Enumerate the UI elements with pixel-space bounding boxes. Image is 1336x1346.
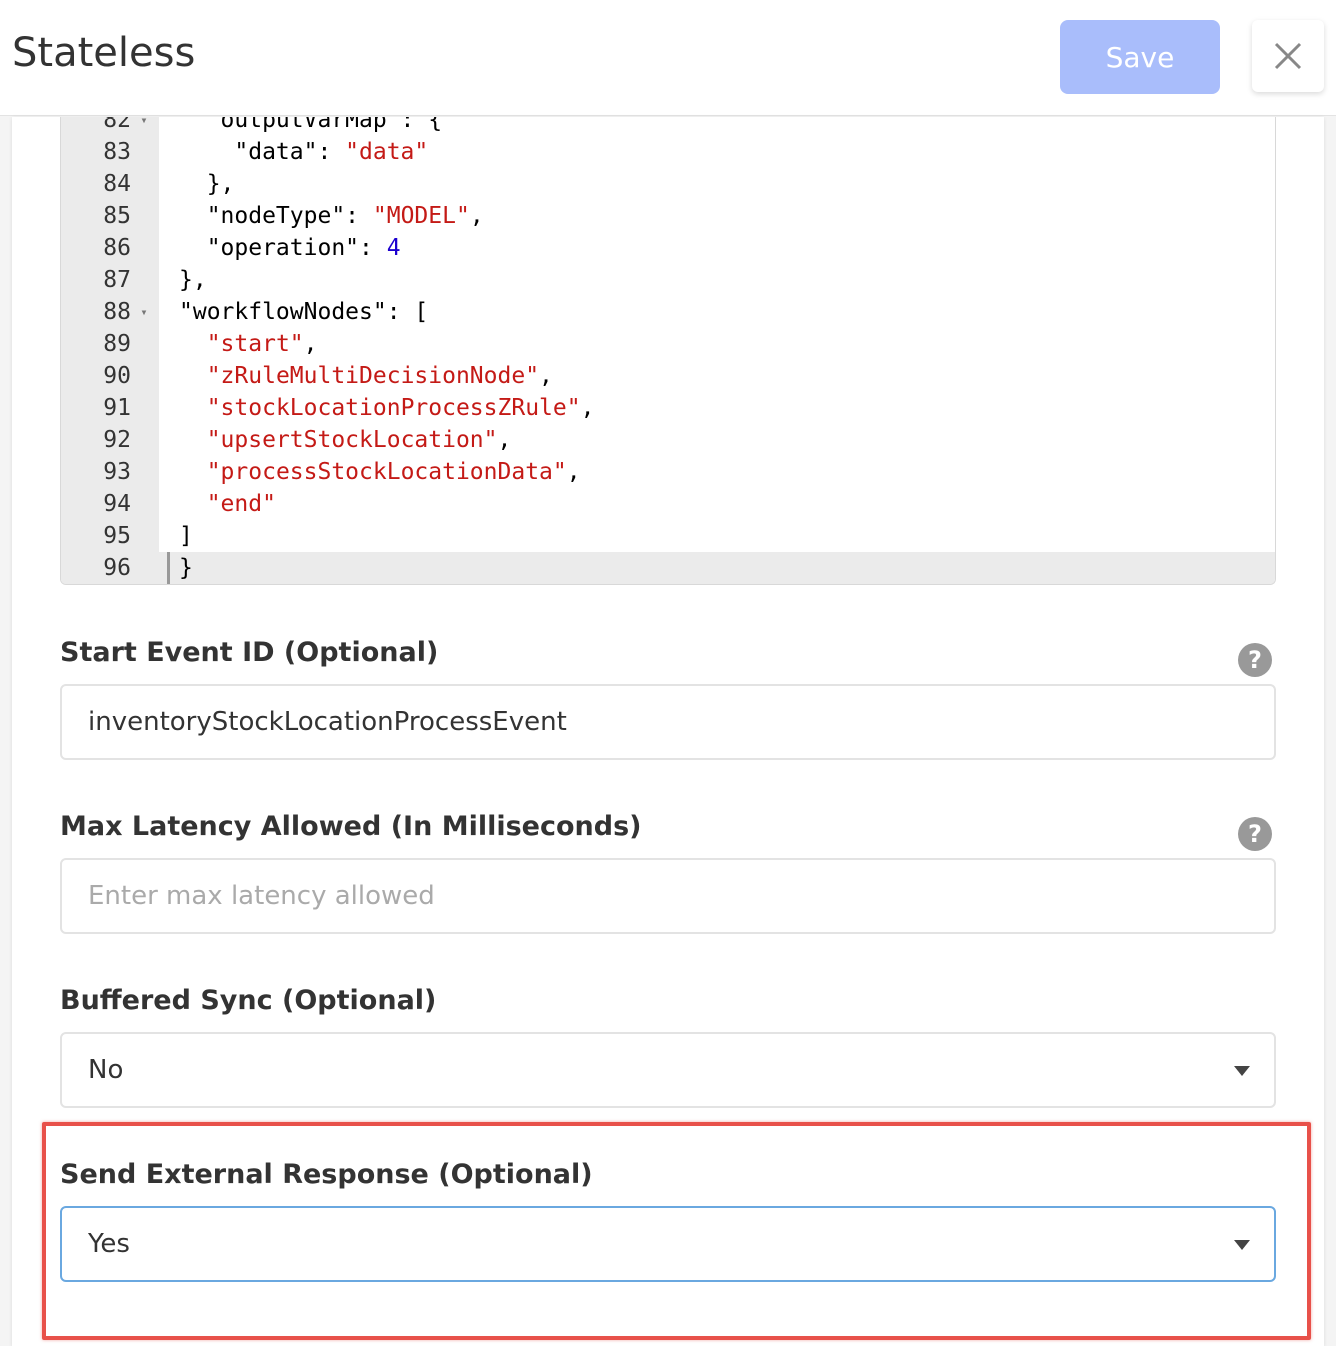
chevron-down-icon <box>1234 1066 1250 1076</box>
modal-header: Stateless Save <box>0 0 1336 116</box>
code-text: "end" <box>206 491 276 517</box>
code-line[interactable]: 87}, <box>61 264 1275 296</box>
code-line[interactable]: 85 "nodeType": "MODEL", <box>61 200 1275 232</box>
max-latency-input[interactable]: Enter max latency allowed <box>60 858 1276 934</box>
code-text: "zRuleMultiDecisionNode", <box>206 363 553 389</box>
line-number: 95 <box>103 523 131 549</box>
code-text: }, <box>179 267 207 293</box>
fold-toggle-icon[interactable]: ▾ <box>137 117 151 136</box>
code-text: "workflowNodes": [ <box>179 299 429 325</box>
code-text: "start", <box>206 331 318 357</box>
line-number: 83 <box>103 139 131 165</box>
code-line[interactable]: 94 "end" <box>61 488 1275 520</box>
max-latency-help-icon[interactable]: ? <box>1238 817 1272 851</box>
line-number: 91 <box>103 395 131 421</box>
save-button[interactable]: Save <box>1060 20 1220 94</box>
line-number: 89 <box>103 331 131 357</box>
line-number: 92 <box>103 427 131 453</box>
text-cursor <box>167 552 170 584</box>
close-icon <box>1274 42 1302 70</box>
line-number: 96 <box>103 555 131 581</box>
max-latency-label: Max Latency Allowed (In Milliseconds) <box>60 811 642 842</box>
code-line[interactable]: 86 "operation": 4 <box>61 232 1275 264</box>
line-number: 93 <box>103 459 131 485</box>
code-text: } <box>179 555 193 581</box>
code-line[interactable]: 89 "start", <box>61 328 1275 360</box>
start-event-label: Start Event ID (Optional) <box>60 637 439 668</box>
code-line[interactable]: 96} <box>61 552 1275 584</box>
code-line[interactable]: 91 "stockLocationProcessZRule", <box>61 392 1275 424</box>
buffered-sync-label: Buffered Sync (Optional) <box>60 985 437 1016</box>
code-text: }, <box>179 171 235 197</box>
code-line[interactable]: 93 "processStockLocationData", <box>61 456 1275 488</box>
buffered-sync-select[interactable]: No <box>60 1032 1276 1108</box>
code-line[interactable]: 88 ▾ "workflowNodes": [ <box>61 296 1275 328</box>
code-text: "data": "data" <box>179 139 429 165</box>
code-text: "upsertStockLocation", <box>206 427 512 453</box>
modal-title: Stateless <box>12 30 196 76</box>
code-line[interactable]: 82 ▾ "outputVarMap": { <box>61 117 1275 136</box>
line-number: 94 <box>103 491 131 517</box>
code-line[interactable]: 95] <box>61 520 1275 552</box>
code-text: "operation": 4 <box>179 235 401 261</box>
start-event-help-icon[interactable]: ? <box>1238 643 1272 677</box>
line-number: 85 <box>103 203 131 229</box>
line-number: 86 <box>103 235 131 261</box>
code-text: "outputVarMap": { <box>179 117 443 133</box>
code-lines[interactable]: 82 ▾ "outputVarMap": {83 "data": "data" 84… <box>61 117 1275 584</box>
code-text: "processStockLocationData", <box>206 459 581 485</box>
close-button[interactable] <box>1252 20 1324 92</box>
code-line[interactable]: 84 }, <box>61 168 1275 200</box>
code-line[interactable]: 90 "zRuleMultiDecisionNode", <box>61 360 1275 392</box>
line-number: 87 <box>103 267 131 293</box>
line-number: 90 <box>103 363 131 389</box>
line-number: 88 <box>103 299 131 325</box>
line-number: 84 <box>103 171 131 197</box>
json-code-editor[interactable]: 82 ▾ "outputVarMap": {83 "data": "data" 84… <box>60 117 1276 585</box>
code-text: ] <box>179 523 193 549</box>
code-line[interactable]: 92 "upsertStockLocation", <box>61 424 1275 456</box>
fold-toggle-icon[interactable]: ▾ <box>137 296 151 328</box>
buffered-sync-value: No <box>88 1055 124 1085</box>
code-text: "nodeType": "MODEL", <box>179 203 484 229</box>
code-text: "stockLocationProcessZRule", <box>206 395 595 421</box>
code-line[interactable]: 83 "data": "data" <box>61 136 1275 168</box>
start-event-input[interactable]: inventoryStockLocationProcessEvent <box>60 684 1276 760</box>
highlight-annotation-box <box>42 1122 1311 1340</box>
line-number: 82 <box>103 117 131 133</box>
